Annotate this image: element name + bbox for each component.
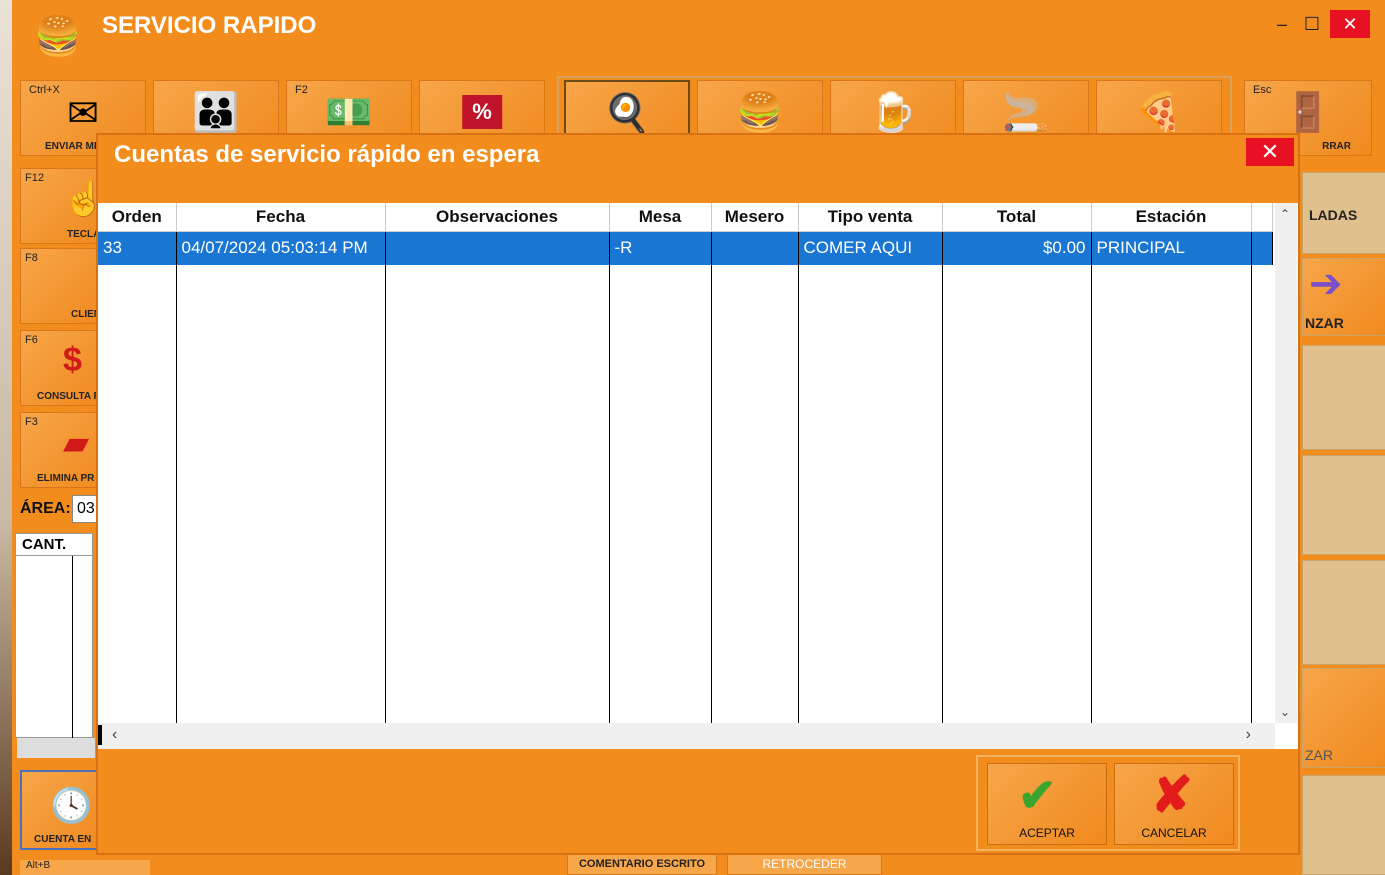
accounts-table: Orden Fecha Observaciones Mesa Mesero Ti… bbox=[98, 203, 1273, 265]
table-row[interactable]: 33 04/07/2024 05:03:14 PM -R COMER AQUI … bbox=[98, 231, 1273, 265]
breakfast-icon: 🍳 bbox=[603, 93, 651, 135]
shortcut-label: F2 bbox=[295, 84, 308, 96]
sidebar-keypad-button[interactable]: F12 ☝ TECLA bbox=[20, 168, 105, 244]
clock-icon: 🕓 bbox=[50, 787, 93, 825]
scroll-left-icon[interactable]: ‹ bbox=[112, 726, 117, 744]
close-window-button[interactable]: ✕ bbox=[1330, 10, 1370, 38]
sidebar-client-button[interactable]: F8 CLIEN bbox=[20, 248, 102, 324]
right-panel-slot bbox=[1302, 560, 1385, 665]
column-divider bbox=[942, 265, 943, 725]
cancel-button[interactable]: ✘ CANCELAR bbox=[1114, 763, 1234, 845]
right-panel-ladas-button[interactable]: LADAS bbox=[1302, 172, 1385, 254]
shortcut-label: F8 bbox=[25, 252, 38, 264]
eraser-icon: ▰ bbox=[63, 424, 90, 462]
button-label: CONSULTA P bbox=[37, 391, 101, 402]
cell-mesa: -R bbox=[609, 231, 712, 265]
cell-mesero bbox=[711, 231, 799, 265]
sidebar-delete-product-button[interactable]: F3 ▰ ELIMINA PR bbox=[20, 412, 102, 488]
cell-estacion: PRINCIPAL bbox=[1091, 231, 1252, 265]
arrow-right-icon: ➔ bbox=[1309, 262, 1343, 306]
pending-accounts-dialog: Cuentas de servicio rápido en espera ✕ O… bbox=[96, 133, 1300, 855]
button-label: NZAR bbox=[1305, 315, 1344, 331]
discount-icon: % bbox=[462, 95, 502, 129]
burger-logo-icon: 🍔 bbox=[34, 16, 82, 58]
column-header-tipo-venta[interactable]: Tipo venta bbox=[798, 203, 943, 232]
column-header-mesa[interactable]: Mesa bbox=[609, 203, 712, 232]
column-divider bbox=[1091, 265, 1092, 725]
scroll-down-icon[interactable]: ⌄ bbox=[1280, 705, 1290, 719]
price-badge-icon: $ bbox=[63, 341, 82, 379]
cuenta-en-espera-button[interactable]: 🕓 CUENTA EN bbox=[20, 770, 102, 850]
x-cross-icon: ✘ bbox=[1151, 767, 1193, 823]
right-panel-slot bbox=[1302, 345, 1385, 450]
cell-fecha: 04/07/2024 05:03:14 PM bbox=[176, 231, 386, 265]
exit-door-icon: 🚪 bbox=[1284, 92, 1332, 134]
button-label: LADAS bbox=[1309, 207, 1358, 223]
window-title: SERVICIO RAPIDO bbox=[102, 12, 317, 39]
scroll-right-icon[interactable]: › bbox=[1246, 726, 1251, 744]
column-header-observaciones[interactable]: Observaciones bbox=[385, 203, 610, 232]
column-divider bbox=[798, 265, 799, 725]
cell-orden: 33 bbox=[98, 231, 177, 265]
cell-tipo-venta: COMER AQUI bbox=[798, 231, 943, 265]
pizza-icon: 🍕 bbox=[1135, 92, 1183, 134]
order-list-hscroll[interactable] bbox=[17, 738, 95, 758]
cigarettes-icon: 🚬 bbox=[1002, 92, 1050, 134]
button-label: ACEPTAR bbox=[1019, 826, 1075, 840]
checkmark-icon: ✔ bbox=[1018, 769, 1057, 821]
button-label: CANCELAR bbox=[1141, 826, 1207, 840]
accept-button[interactable]: ✔ ACEPTAR bbox=[987, 763, 1107, 845]
button-label: CUENTA EN bbox=[34, 834, 92, 845]
envelope-icon: ✉ bbox=[67, 93, 99, 135]
cant-header: CANT. bbox=[16, 534, 92, 556]
customers-icon: 👪 bbox=[192, 92, 240, 134]
column-divider bbox=[609, 265, 610, 725]
column-header-filler bbox=[1251, 203, 1273, 232]
column-header-orden[interactable]: Orden bbox=[98, 203, 177, 232]
retroceder-button[interactable]: RETROCEDER bbox=[727, 852, 882, 875]
dialog-title: Cuentas de servicio rápido en espera bbox=[114, 141, 540, 168]
column-header-fecha[interactable]: Fecha bbox=[176, 203, 386, 232]
column-divider bbox=[1251, 265, 1252, 725]
horizontal-scrollbar[interactable]: ‹ › bbox=[98, 723, 1275, 749]
advance-button[interactable]: ➔ NZAR bbox=[1302, 258, 1385, 336]
table-header-row: Orden Fecha Observaciones Mesa Mesero Ti… bbox=[98, 203, 1273, 232]
desktop-background bbox=[0, 0, 12, 875]
scroll-up-icon[interactable]: ⌃ bbox=[1280, 207, 1290, 221]
area-label: ÁREA: bbox=[20, 500, 71, 517]
sidebar-price-check-button[interactable]: F6 $ CONSULTA P bbox=[20, 330, 102, 406]
shortcut-label: Esc bbox=[1253, 84, 1272, 96]
scroll-thumb[interactable] bbox=[98, 725, 102, 745]
comentario-escrito-button[interactable]: COMENTARIO ESCRITO bbox=[567, 852, 717, 875]
button-label: ZAR bbox=[1305, 747, 1333, 763]
shortcut-label: F12 bbox=[25, 172, 44, 184]
money-icon: 💵 bbox=[325, 92, 373, 134]
cell-filler bbox=[1251, 231, 1273, 265]
shortcut-label: Ctrl+X bbox=[29, 84, 60, 96]
column-divider bbox=[72, 556, 73, 738]
vertical-scrollbar[interactable]: ⌃ ⌄ bbox=[1275, 203, 1297, 723]
cell-observaciones bbox=[385, 231, 610, 265]
dialog-close-button[interactable]: ✕ bbox=[1246, 138, 1294, 166]
shortcut-label: F3 bbox=[25, 416, 38, 428]
maximize-button[interactable]: ☐ bbox=[1292, 10, 1332, 38]
column-header-total[interactable]: Total bbox=[942, 203, 1092, 232]
cell-total: $0.00 bbox=[942, 231, 1092, 265]
column-header-estacion[interactable]: Estación bbox=[1091, 203, 1252, 232]
column-header-mesero[interactable]: Mesero bbox=[711, 203, 799, 232]
back-button[interactable]: ZAR bbox=[1302, 668, 1385, 768]
column-divider bbox=[176, 265, 177, 725]
burger-icon: 🍔 bbox=[736, 92, 784, 134]
right-panel-slot bbox=[1302, 775, 1385, 875]
alt-b-label: Alt+B bbox=[20, 860, 150, 875]
beer-icon: 🍺 bbox=[869, 92, 917, 134]
shortcut-label: F6 bbox=[25, 334, 38, 346]
right-panel-slot bbox=[1302, 455, 1385, 555]
column-divider bbox=[711, 265, 712, 725]
column-divider bbox=[385, 265, 386, 725]
order-items-list[interactable]: CANT. bbox=[15, 533, 93, 738]
button-label: ELIMINA PR bbox=[37, 473, 95, 484]
accounts-grid[interactable]: Orden Fecha Observaciones Mesa Mesero Ti… bbox=[98, 203, 1298, 749]
